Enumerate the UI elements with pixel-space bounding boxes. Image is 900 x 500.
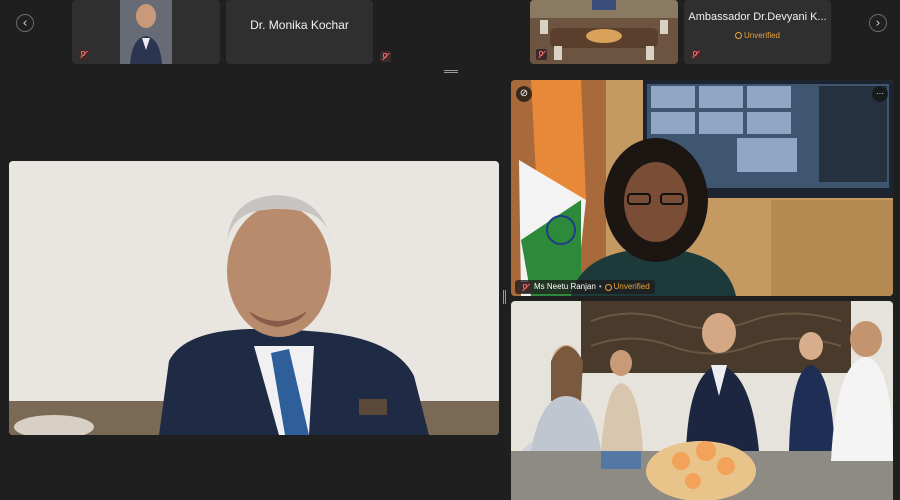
participant-name: Ambassador Dr.Devyani K... — [688, 11, 827, 23]
participant-name: Dr. Monika Kochar — [250, 18, 349, 32]
scroll-left-button[interactable]: ‹ — [16, 14, 34, 32]
strip-resize-handle[interactable] — [444, 70, 458, 73]
participant-tile-video[interactable] — [72, 0, 220, 64]
more-options-button[interactable]: ··· — [872, 86, 888, 102]
neetu-video-frame — [511, 80, 893, 296]
unverified-badge: Unverified — [604, 280, 650, 294]
participant-tile-monika[interactable]: Dr. Monika Kochar — [226, 0, 373, 64]
mic-muted-icon — [536, 49, 547, 60]
unverified-icon — [604, 283, 612, 291]
participant-tile-room[interactable] — [530, 0, 678, 64]
panel-splitter[interactable] — [503, 290, 506, 304]
participant-video — [120, 0, 172, 64]
pin-button[interactable]: ⊘ — [516, 86, 532, 102]
participant-video-group[interactable] — [511, 301, 893, 500]
conference-room-video — [530, 0, 678, 64]
participant-name-plate: Ms Neetu Ranjan • Unverified — [515, 280, 655, 294]
participant-tile-devyani[interactable]: Ambassador Dr.Devyani K... Unverified — [684, 0, 831, 64]
mic-muted-icon — [520, 281, 531, 293]
mic-muted-icon — [690, 49, 701, 60]
participant-video-neetu[interactable]: ⊘ ··· Ms Neetu Ranjan • Unverified — [511, 80, 893, 296]
unverified-icon — [734, 32, 742, 39]
mic-muted-icon — [380, 51, 391, 62]
group-video-frame — [511, 301, 893, 500]
scroll-right-button[interactable]: › — [869, 14, 887, 32]
speaker-video-frame — [9, 161, 499, 435]
unverified-badge: Unverified — [734, 31, 780, 40]
participant-name: Ms Neetu Ranjan — [534, 282, 596, 291]
mic-muted-icon — [78, 49, 89, 60]
main-speaker-video[interactable] — [9, 161, 499, 435]
